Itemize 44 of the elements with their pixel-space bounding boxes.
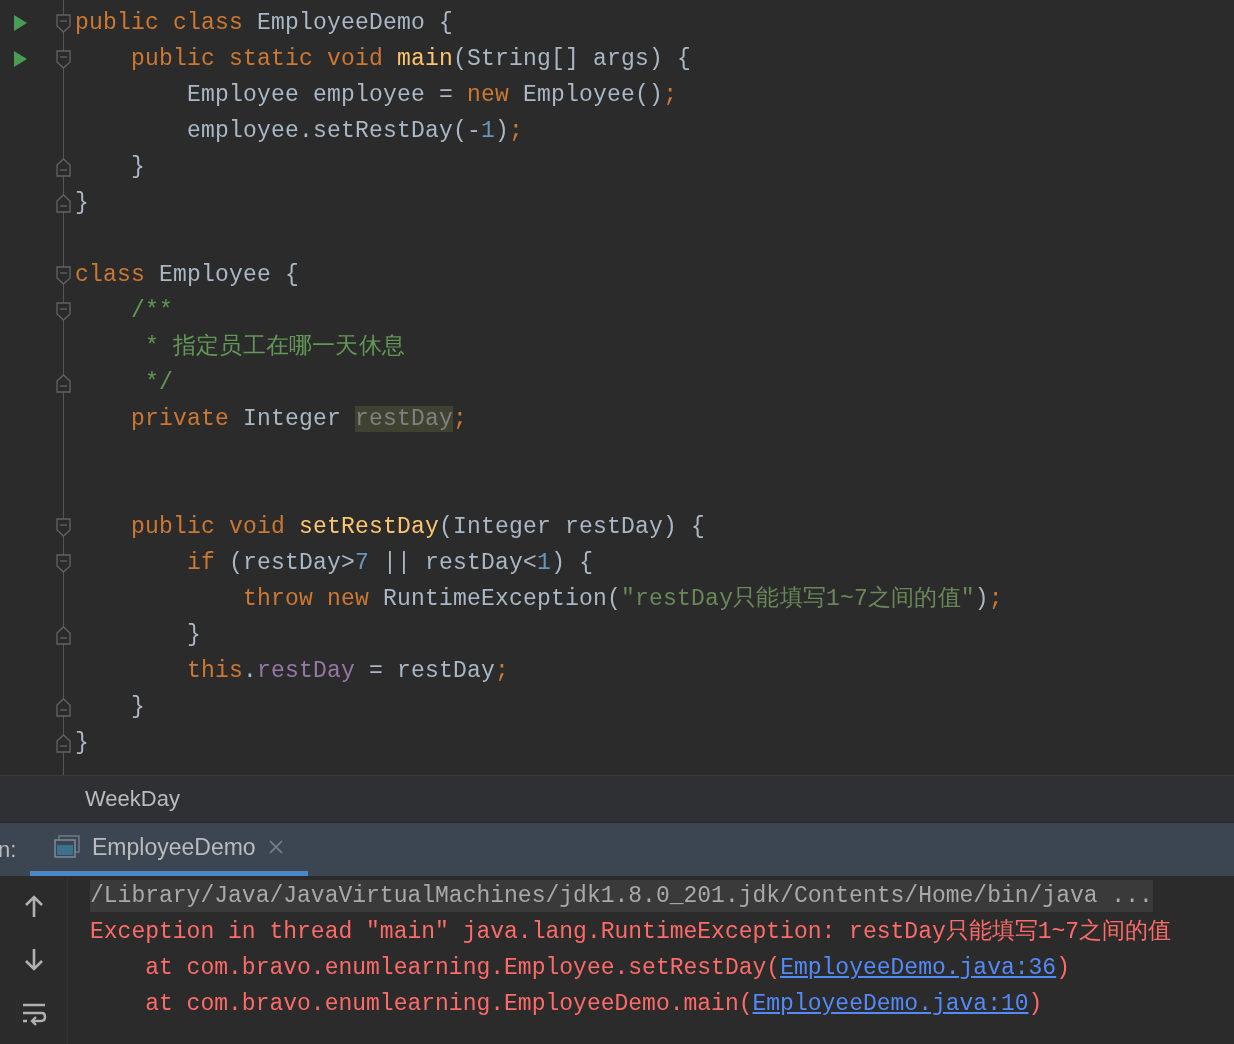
code-line: throw new RuntimeException("restDay只能填写1~7之间的值");	[242, 584, 1003, 614]
fold-icon[interactable]	[56, 517, 71, 537]
fold-icon[interactable]	[56, 625, 71, 645]
fold-icon[interactable]	[56, 49, 71, 69]
code-line: /**	[130, 297, 174, 326]
fold-icon[interactable]	[56, 553, 71, 573]
breadcrumb[interactable]: WeekDay	[85, 786, 180, 812]
window-icon	[54, 835, 80, 859]
code-line: }	[130, 153, 145, 182]
fold-icon[interactable]	[56, 13, 71, 33]
fold-icon[interactable]	[56, 733, 71, 753]
code-line: Employee employee = new Employee();	[186, 81, 678, 110]
code-line: * 指定员工在哪一天休息	[144, 333, 406, 362]
fold-icon[interactable]	[56, 697, 71, 717]
run-icon[interactable]	[13, 15, 27, 31]
error-line: at com.bravo.enumlearning.EmployeeDemo.main(EmployeeDemo.java:10)	[144, 990, 1043, 1019]
code-line: public static void main(String[] args) {	[130, 45, 692, 74]
source-link[interactable]: EmployeeDemo.java:10	[752, 991, 1029, 1017]
code-line: public class EmployeeDemo {	[75, 9, 454, 38]
code-line: }	[130, 693, 145, 722]
code-line: */	[144, 369, 174, 398]
source-link[interactable]: EmployeeDemo.java:36	[780, 955, 1057, 981]
down-arrow-icon[interactable]	[23, 948, 44, 972]
fold-icon[interactable]	[56, 373, 71, 393]
run-icon[interactable]	[13, 51, 27, 67]
code-line: }	[75, 189, 89, 218]
error-line: Exception in thread "main" java.lang.RuntimeException: restDay只能填写1~7之间的值	[90, 917, 1172, 947]
code-line: public void setRestDay(Integer restDay) {	[130, 513, 706, 542]
code-line: this.restDay = restDay;	[186, 657, 510, 686]
up-arrow-icon[interactable]	[23, 894, 44, 918]
fold-icon[interactable]	[56, 301, 71, 321]
code-line: class Employee {	[75, 261, 300, 290]
code-line: if (restDay>7 || restDay<1) {	[186, 549, 594, 578]
fold-icon[interactable]	[56, 157, 71, 177]
panel-label: n:	[0, 836, 18, 863]
code-line: employee.setRestDay(-1);	[186, 117, 524, 146]
fold-icon[interactable]	[56, 193, 71, 213]
soft-wrap-icon[interactable]	[20, 1002, 47, 1028]
code-line: }	[75, 729, 89, 758]
code-line: private Integer restDay;	[130, 405, 468, 434]
code-line: }	[186, 621, 202, 650]
error-line: at com.bravo.enumlearning.Employee.setRestDay(EmployeeDemo.java:36)	[144, 954, 1070, 983]
fold-icon[interactable]	[56, 265, 71, 285]
close-icon[interactable]	[267, 839, 284, 855]
